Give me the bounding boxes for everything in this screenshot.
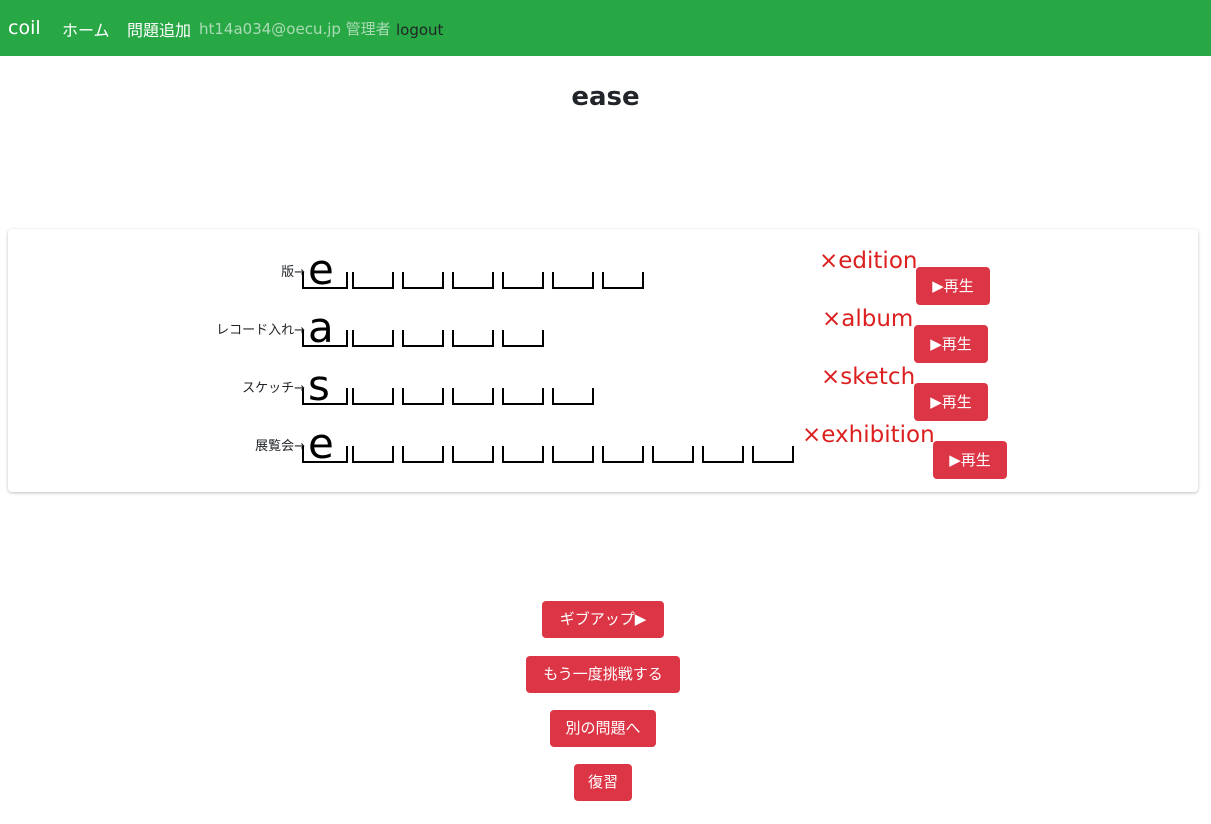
retry-button[interactable]: もう一度挑戦する	[526, 656, 680, 693]
letter-slot[interactable]	[502, 446, 544, 463]
give-up-button[interactable]: ギブアップ▶	[542, 601, 664, 638]
letter-slot[interactable]	[452, 388, 494, 405]
first-letter: s	[308, 361, 330, 410]
letter-slot[interactable]	[602, 272, 644, 289]
wrong-answer: ×exhibition	[802, 422, 935, 448]
logout-link[interactable]: logout	[396, 21, 443, 39]
letter-slot[interactable]	[402, 446, 444, 463]
user-info: ht14a034@oecu.jp 管理者	[199, 20, 391, 38]
row-hint: 展覧会→	[255, 439, 305, 454]
first-letter: e	[308, 245, 334, 294]
row-hint: スケッチ→	[242, 381, 305, 396]
letter-slot[interactable]	[452, 272, 494, 289]
letter-slot[interactable]	[552, 446, 594, 463]
letter-slot[interactable]	[552, 388, 594, 405]
play-button[interactable]: ▶再生	[914, 383, 988, 421]
letter-slot[interactable]	[502, 388, 544, 405]
wrong-answer: ×album	[822, 306, 914, 332]
wrong-answer: ×edition	[819, 248, 918, 274]
letter-slot[interactable]	[352, 446, 394, 463]
review-button[interactable]: 復習	[574, 764, 632, 801]
nav-home-link[interactable]: ホーム	[62, 17, 110, 41]
play-button[interactable]: ▶再生	[914, 325, 988, 363]
another-problem-button[interactable]: 別の問題へ	[550, 710, 656, 747]
first-letter: a	[308, 303, 334, 352]
letter-slot[interactable]	[352, 388, 394, 405]
letter-slot[interactable]	[552, 272, 594, 289]
page-title: ease	[571, 82, 640, 112]
question-card: 版→ e ×edition ▶再生 レコード入れ→ a ×album ▶再生 ス…	[8, 229, 1198, 492]
question-row: スケッチ→ s ×sketch ▶再生	[8, 361, 1198, 421]
letter-slot[interactable]	[502, 330, 544, 347]
question-row: レコード入れ→ a ×album ▶再生	[8, 303, 1198, 363]
letter-slot[interactable]	[352, 330, 394, 347]
brand-link[interactable]: coil	[8, 17, 41, 39]
letter-slot[interactable]	[402, 388, 444, 405]
play-button[interactable]: ▶再生	[916, 267, 990, 305]
letter-slot[interactable]	[402, 272, 444, 289]
letter-slot[interactable]	[652, 446, 694, 463]
letter-slot[interactable]	[752, 446, 794, 463]
letter-slot[interactable]	[452, 330, 494, 347]
letter-slot[interactable]	[602, 446, 644, 463]
first-letter: e	[308, 419, 334, 468]
question-row: 版→ e ×edition ▶再生	[8, 245, 1198, 305]
row-hint: レコード入れ→	[216, 323, 305, 338]
navbar: coil ホーム 問題追加 ht14a034@oecu.jp 管理者 logou…	[0, 0, 1211, 56]
wrong-answer: ×sketch	[821, 364, 916, 390]
question-row: 展覧会→ e ×exhibition ▶再生	[8, 419, 1198, 479]
play-button[interactable]: ▶再生	[933, 441, 1007, 479]
letter-slot[interactable]	[352, 272, 394, 289]
nav-add-problem-link[interactable]: 問題追加	[127, 17, 191, 41]
letter-slot[interactable]	[702, 446, 744, 463]
letter-slot[interactable]	[502, 272, 544, 289]
letter-slot[interactable]	[452, 446, 494, 463]
letter-slot[interactable]	[402, 330, 444, 347]
